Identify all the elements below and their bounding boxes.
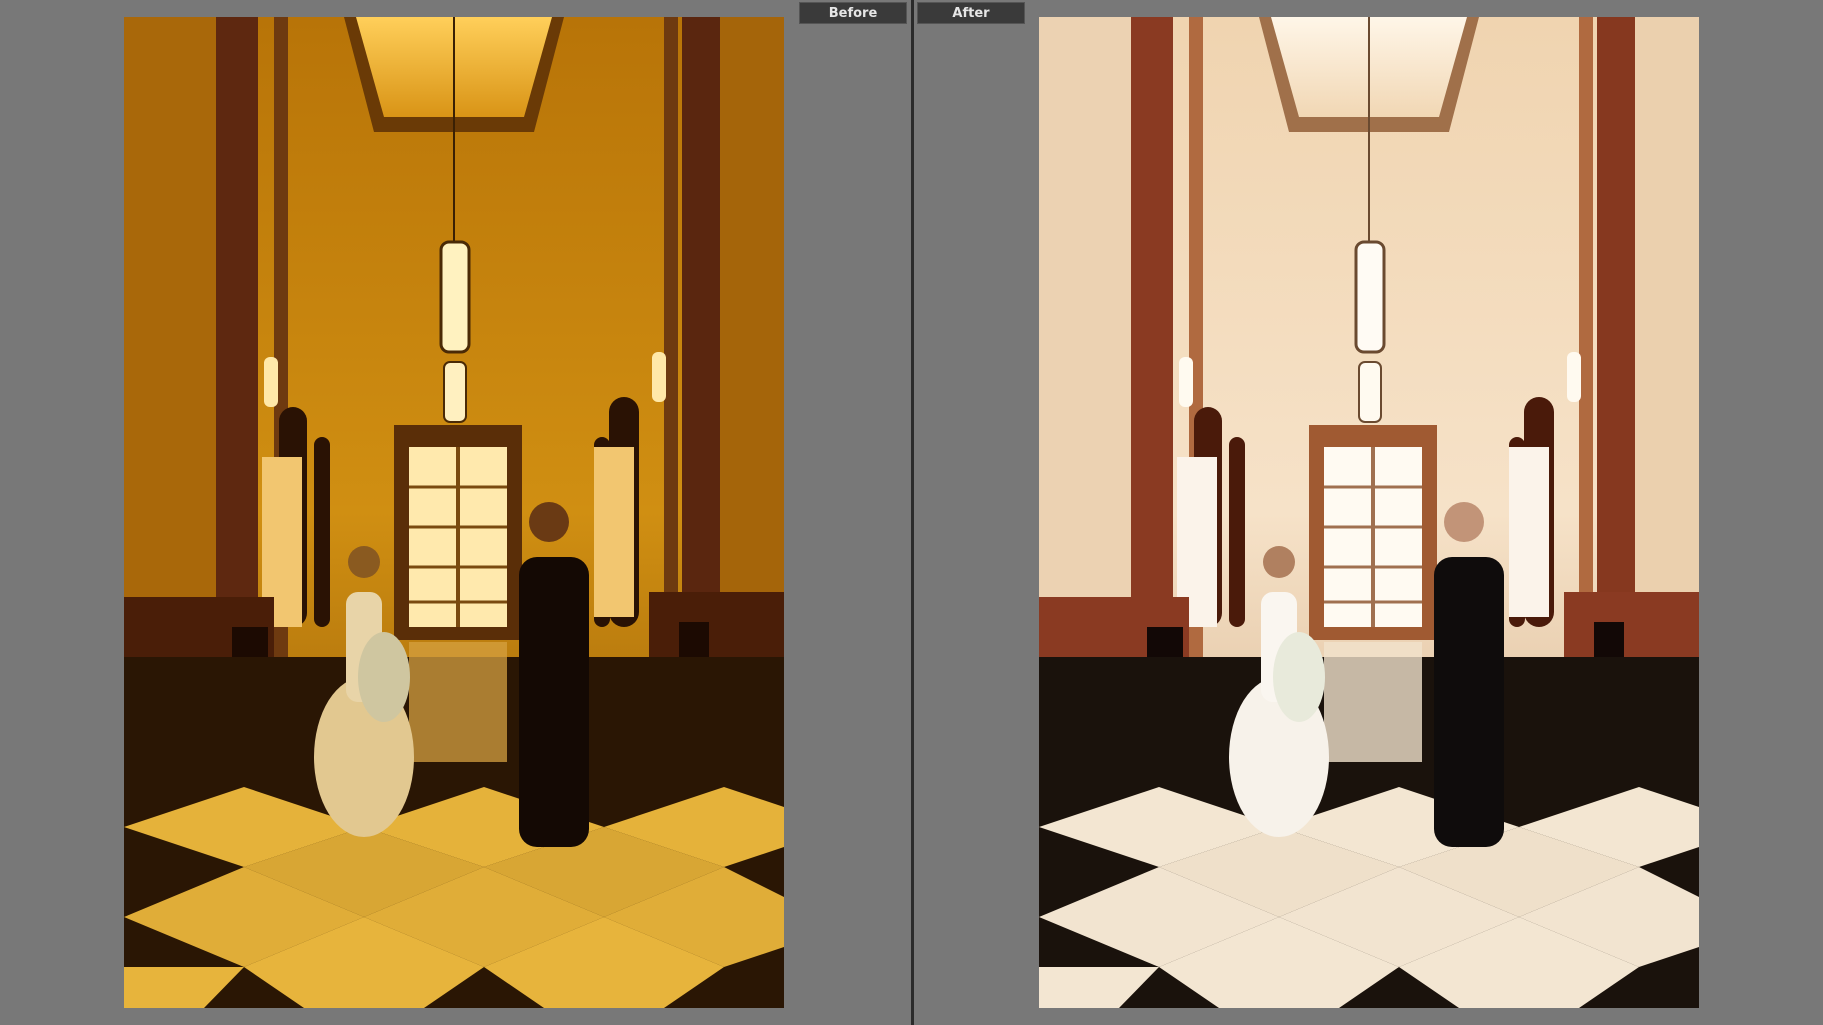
before-photo-image (124, 17, 784, 1008)
after-photo (1039, 17, 1699, 1008)
after-label[interactable]: After (917, 2, 1025, 24)
before-label[interactable]: Before (799, 2, 907, 24)
before-photo (124, 17, 784, 1008)
after-photo-image (1039, 17, 1699, 1008)
